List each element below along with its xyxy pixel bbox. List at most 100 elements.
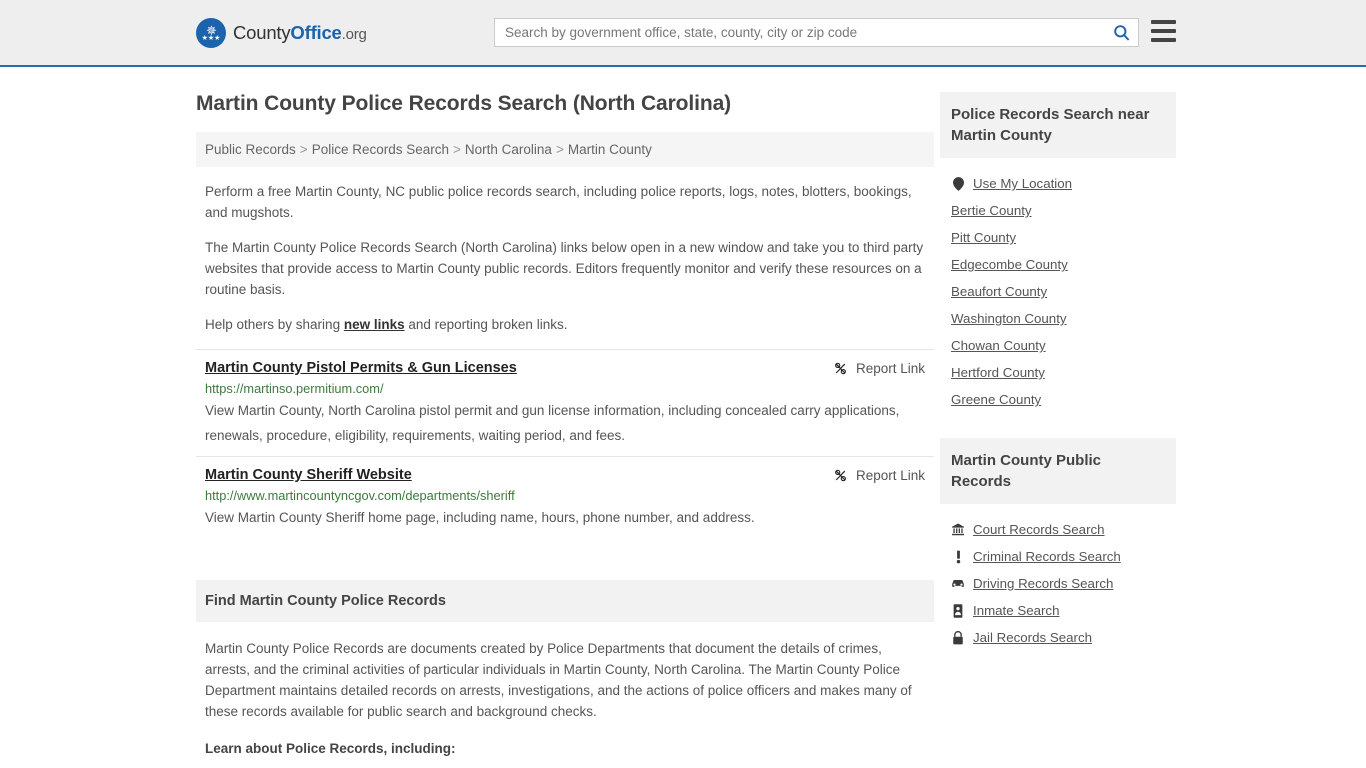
car-icon bbox=[951, 578, 965, 589]
map-pin-icon bbox=[951, 176, 965, 191]
search-input[interactable] bbox=[495, 19, 1104, 46]
car-glyph bbox=[952, 580, 964, 587]
sidebar-item-label[interactable]: Use My Location bbox=[973, 176, 1072, 191]
hamburger-bar-3 bbox=[1151, 38, 1176, 42]
sidebar-item-label[interactable]: Criminal Records Search bbox=[973, 549, 1121, 564]
id-card-glyph bbox=[953, 603, 963, 618]
exclamation-glyph bbox=[956, 550, 960, 563]
eagle-seal-icon: ✵ ★★★ bbox=[196, 17, 226, 48]
sidebar-item-hertford-county[interactable]: Hertford County bbox=[940, 359, 1176, 386]
sidebar: Police Records Search near Martin County… bbox=[940, 67, 1176, 768]
hamburger-bar-1 bbox=[1151, 20, 1176, 24]
result-title-link[interactable]: Martin County Pistol Permits & Gun Licen… bbox=[205, 360, 517, 376]
breadcrumb-separator-3: > bbox=[555, 142, 564, 157]
result-url: https://martinso.permitium.com/ bbox=[205, 381, 384, 396]
sidebar-item-label[interactable]: Driving Records Search bbox=[973, 576, 1113, 591]
hamburger-menu-icon[interactable] bbox=[1151, 20, 1176, 42]
report-link-button[interactable]: Report Link bbox=[833, 468, 925, 483]
map-pin-glyph bbox=[952, 176, 964, 191]
sidebar-item-label[interactable]: Inmate Search bbox=[973, 603, 1059, 618]
breadcrumb-item-police-records-search[interactable]: Police Records Search bbox=[312, 142, 449, 157]
site-header: ✵ ★★★ CountyOffice.org bbox=[0, 0, 1366, 67]
find-records-heading: Find Martin County Police Records bbox=[196, 580, 934, 622]
nearby-search-list: Use My Location Bertie County Pitt Count… bbox=[940, 158, 1176, 413]
result-description: View Martin County Sheriff home page, in… bbox=[205, 510, 755, 525]
logo-stars: ★★★ bbox=[201, 35, 221, 42]
courthouse-icon bbox=[951, 523, 965, 536]
sidebar-item-label[interactable]: Bertie County bbox=[951, 203, 1032, 218]
result-item: Martin County Pistol Permits & Gun Licen… bbox=[196, 349, 934, 456]
logo-wings: ✵ bbox=[206, 23, 217, 38]
breadcrumb-item-martin-county[interactable]: Martin County bbox=[568, 142, 652, 157]
page-title: Martin County Police Records Search (Nor… bbox=[196, 92, 732, 115]
sidebar-item-label[interactable]: Hertford County bbox=[951, 365, 1045, 380]
sidebar-item-label[interactable]: Jail Records Search bbox=[973, 630, 1092, 645]
intro-paragraph-2: The Martin County Police Records Search … bbox=[205, 240, 924, 297]
sidebar-item-label[interactable]: Chowan County bbox=[951, 338, 1046, 353]
lock-glyph bbox=[953, 630, 963, 644]
main-column: Martin County Police Records Search (Nor… bbox=[196, 67, 934, 768]
broken-link-icon bbox=[835, 362, 846, 375]
intro-text: Perform a free Martin County, NC public … bbox=[196, 181, 934, 335]
sidebar-item-court-records-search[interactable]: Court Records Search bbox=[940, 516, 1176, 543]
public-records-heading: Martin County Public Records bbox=[940, 438, 1176, 504]
sidebar-item-washington-county[interactable]: Washington County bbox=[940, 305, 1176, 332]
logo-text: CountyOffice.org bbox=[233, 22, 367, 44]
hamburger-bar-2 bbox=[1151, 29, 1176, 33]
lock-icon bbox=[951, 630, 965, 645]
intro-p3-before: Help others by sharing bbox=[205, 317, 344, 332]
sidebar-item-pitt-county[interactable]: Pitt County bbox=[940, 224, 1176, 251]
sidebar-item-edgecombe-county[interactable]: Edgecombe County bbox=[940, 251, 1176, 278]
breadcrumb-separator-2: > bbox=[453, 142, 461, 157]
sidebar-item-use-my-location[interactable]: Use My Location bbox=[940, 170, 1176, 197]
report-link-button[interactable]: Report Link bbox=[833, 361, 925, 376]
new-links-link[interactable]: new links bbox=[344, 317, 405, 332]
result-title-link[interactable]: Martin County Sheriff Website bbox=[205, 467, 412, 483]
report-link-label: Report Link bbox=[855, 468, 925, 483]
sidebar-item-greene-county[interactable]: Greene County bbox=[940, 386, 1176, 413]
sidebar-item-label[interactable]: Washington County bbox=[951, 311, 1067, 326]
intro-p3-after: and reporting broken links. bbox=[404, 317, 568, 332]
result-item: Martin County Sheriff Website Report Lin… bbox=[196, 456, 934, 538]
logo-text-part2: Office bbox=[290, 21, 342, 43]
sidebar-item-label[interactable]: Court Records Search bbox=[973, 522, 1105, 537]
site-logo[interactable]: ✵ ★★★ CountyOffice.org bbox=[196, 17, 367, 48]
nearby-search-heading: Police Records Search near Martin County bbox=[940, 92, 1176, 158]
breadcrumb-item-public-records[interactable]: Public Records bbox=[205, 142, 296, 157]
search-button[interactable] bbox=[1104, 19, 1138, 46]
search-box bbox=[494, 18, 1139, 47]
public-records-panel: Martin County Public Records Court Recor… bbox=[940, 438, 1176, 651]
sidebar-item-bertie-county[interactable]: Bertie County bbox=[940, 197, 1176, 224]
broken-link-icon bbox=[835, 469, 846, 482]
sidebar-item-inmate-search[interactable]: Inmate Search bbox=[940, 597, 1176, 624]
public-records-list: Court Records Search Criminal Records Se… bbox=[940, 504, 1176, 651]
page-content: Martin County Police Records Search (Nor… bbox=[0, 67, 1366, 768]
sidebar-item-driving-records-search[interactable]: Driving Records Search bbox=[940, 570, 1176, 597]
result-header: Martin County Sheriff Website Report Lin… bbox=[205, 467, 925, 483]
logo-text-part1: County bbox=[233, 21, 291, 43]
sidebar-item-label[interactable]: Greene County bbox=[951, 392, 1041, 407]
id-card-icon bbox=[951, 603, 965, 618]
sidebar-item-label[interactable]: Pitt County bbox=[951, 230, 1016, 245]
courthouse-glyph bbox=[952, 523, 964, 536]
sidebar-item-chowan-county[interactable]: Chowan County bbox=[940, 332, 1176, 359]
breadcrumb-separator-1: > bbox=[299, 142, 308, 157]
result-url: http://www.martincountyncgov.com/departm… bbox=[205, 488, 515, 503]
result-description: View Martin County, North Carolina pisto… bbox=[205, 403, 900, 443]
sidebar-item-beaufort-county[interactable]: Beaufort County bbox=[940, 278, 1176, 305]
learn-about-lead: Learn about Police Records, including: bbox=[205, 741, 456, 756]
breadcrumb: Public Records > Police Records Search > Nor… bbox=[196, 132, 934, 167]
find-records-body: Martin County Police Records are documen… bbox=[196, 622, 934, 768]
nearby-search-panel: Police Records Search near Martin County… bbox=[940, 92, 1176, 413]
intro-paragraph-3: Help others by sharing new links and rep… bbox=[196, 314, 934, 335]
search-icon bbox=[1113, 25, 1129, 41]
sidebar-item-jail-records-search[interactable]: Jail Records Search bbox=[940, 624, 1176, 651]
sidebar-item-criminal-records-search[interactable]: Criminal Records Search bbox=[940, 543, 1176, 570]
sidebar-item-label[interactable]: Beaufort County bbox=[951, 284, 1047, 299]
breadcrumb-item-north-carolina[interactable]: North Carolina bbox=[465, 142, 552, 157]
report-link-label: Report Link bbox=[855, 361, 925, 376]
sidebar-item-label[interactable]: Edgecombe County bbox=[951, 257, 1068, 272]
exclamation-icon bbox=[951, 550, 965, 564]
intro-paragraph-1: Perform a free Martin County, NC public … bbox=[205, 184, 912, 220]
find-records-paragraph: Martin County Police Records are documen… bbox=[205, 641, 912, 719]
